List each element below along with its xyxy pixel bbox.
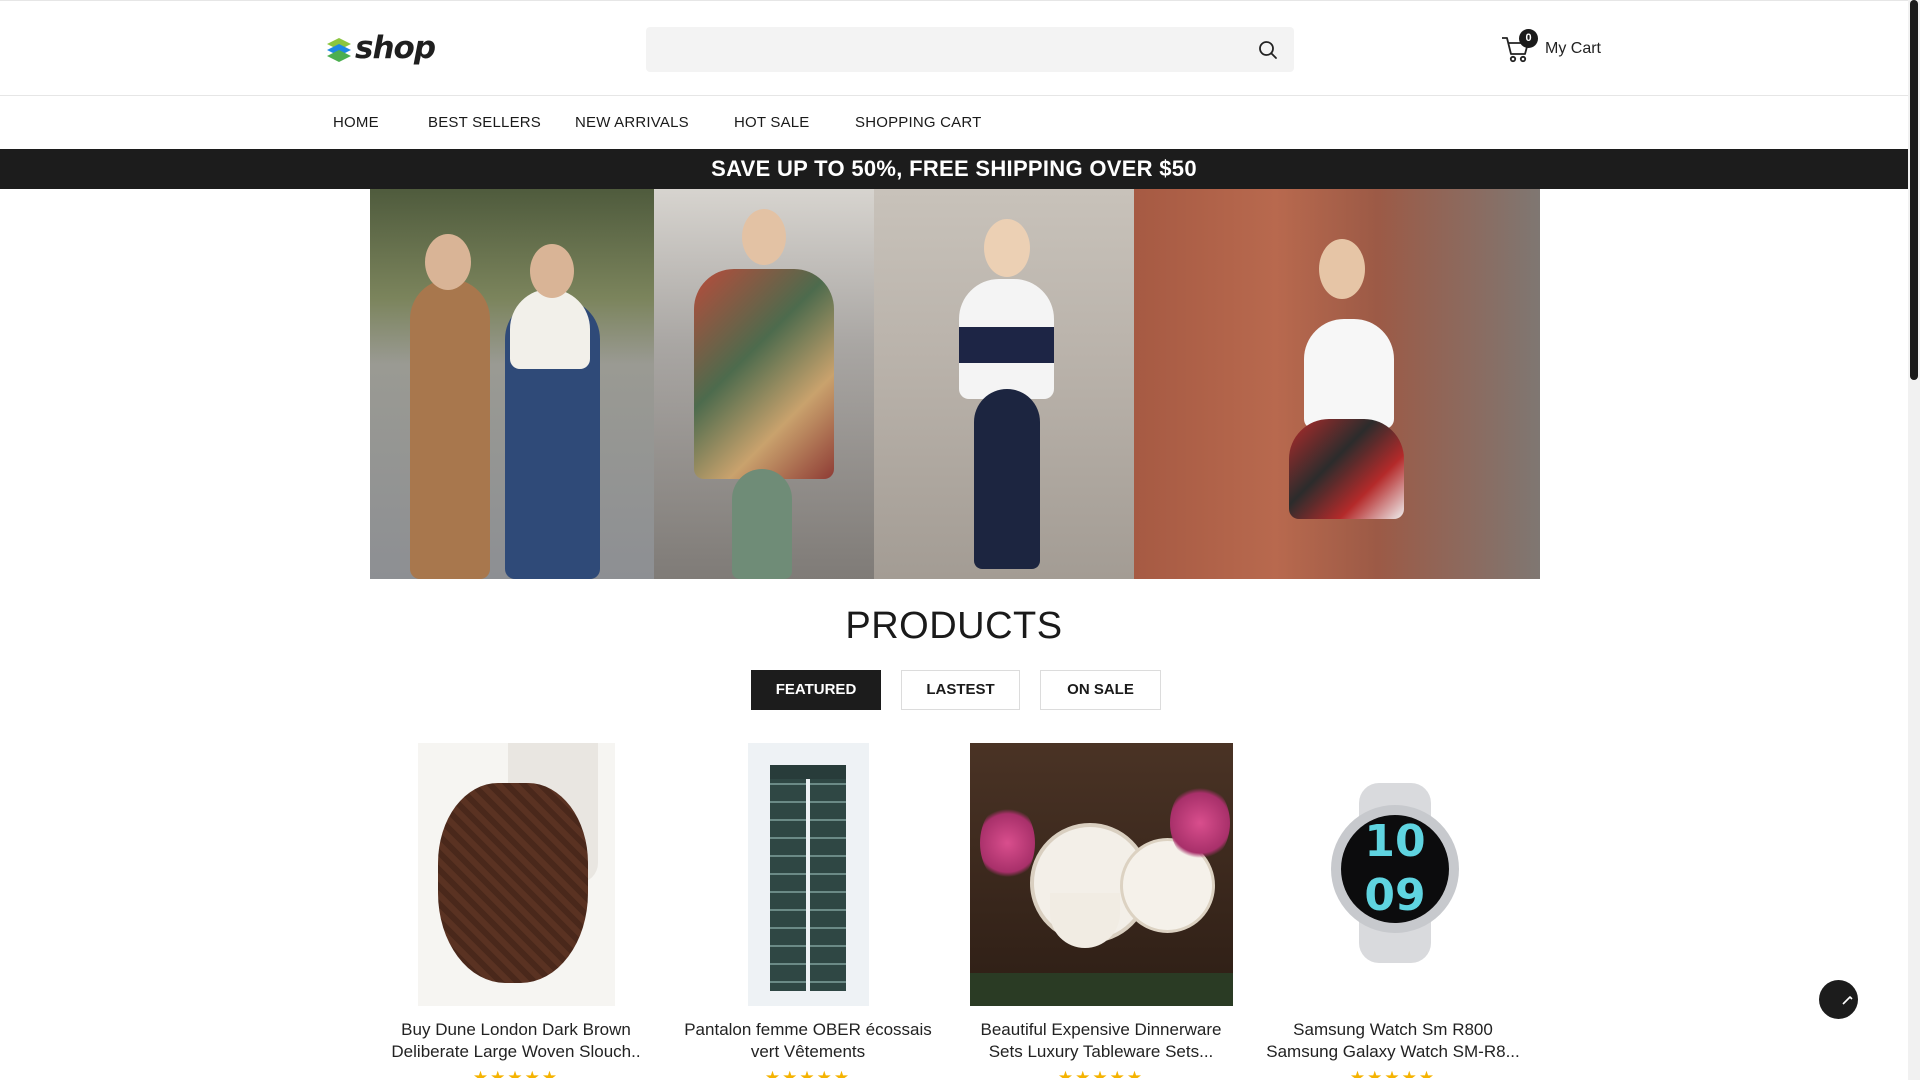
bowl [1050, 893, 1120, 948]
tab-lastest[interactable]: LASTEST [901, 670, 1020, 710]
banner-panel-1 [370, 189, 654, 579]
star-rating: ★★★★★ [764, 1068, 852, 1078]
pants-leg [810, 771, 846, 991]
product-title[interactable]: Samsung Watch Sm R800 Samsung Galaxy Wat… [1247, 1019, 1539, 1063]
products-heading: PRODUCTS [845, 605, 1063, 647]
product-image[interactable] [418, 743, 615, 1006]
product-title[interactable]: Pantalon femme OBER écossais vert Vêteme… [662, 1019, 954, 1063]
logo-mark-icon [327, 38, 351, 62]
banner-figure-head [984, 219, 1030, 277]
product-title-line: Samsung Watch Sm R800 [1293, 1020, 1493, 1039]
banner-panel-2 [654, 189, 874, 579]
product-title-line: vert Vêtements [750, 1042, 866, 1061]
product-image[interactable]: 10 09 [1287, 743, 1499, 1006]
back-to-top-button[interactable] [1819, 980, 1858, 1019]
product-title[interactable]: Buy Dune London Dark Brown Deliberate La… [370, 1019, 662, 1063]
pants-leg [770, 771, 806, 991]
product-title-line: Samsung Galaxy Watch SM-R8... [1266, 1042, 1520, 1061]
product-title-line: Beautiful Expensive Dinnerware [980, 1020, 1222, 1039]
product-title-line: Deliberate Large Woven Slouch.. [391, 1042, 641, 1061]
woven-bag [438, 783, 588, 983]
watch-face: 10 09 [1341, 815, 1449, 923]
product-title[interactable]: Beautiful Expensive Dinnerware Sets Luxu… [955, 1019, 1247, 1063]
main-nav: HOME BEST SELLERS NEW ARRIVALS HOT SALE … [0, 97, 1908, 149]
banner-figure-head [742, 209, 786, 265]
header-bar: shop 0 My Cart [0, 0, 1908, 96]
product-title-line: Sets Luxury Tableware Sets... [988, 1042, 1214, 1061]
table-runner [970, 973, 1233, 1006]
nav-item-home[interactable]: HOME [333, 114, 379, 131]
flowers [980, 803, 1035, 883]
tab-on-sale[interactable]: ON SALE [1040, 670, 1161, 710]
nav-item-best-sellers[interactable]: BEST SELLERS [428, 114, 541, 131]
product-image[interactable] [748, 743, 869, 1006]
banner-figure [410, 279, 490, 579]
cart-label: My Cart [1545, 40, 1601, 57]
product-image[interactable] [970, 743, 1233, 1006]
tab-featured[interactable]: FEATURED [751, 670, 881, 710]
my-cart-button[interactable]: 0 My Cart [1500, 29, 1610, 67]
star-rating: ★★★★★ [1057, 1068, 1145, 1078]
logo-text: shop [355, 30, 436, 66]
search-input[interactable] [646, 27, 1236, 72]
scrollbar-thumb[interactable] [1910, 0, 1918, 380]
cart-count-badge: 0 [1519, 29, 1538, 48]
product-title-line: Buy Dune London Dark Brown [401, 1020, 631, 1039]
shop-logo[interactable]: shop [323, 30, 436, 68]
banner-figure-top [510, 289, 590, 369]
banner-figure-head [530, 244, 574, 298]
hero-banner-image[interactable] [370, 189, 1540, 579]
banner-figure-legs [974, 389, 1040, 569]
search-bar [646, 27, 1294, 72]
banner-figure-head [1319, 239, 1365, 299]
banner-panel-3 [874, 189, 1134, 579]
banner-figure-legs [732, 469, 792, 579]
page-scrollbar[interactable] [1908, 0, 1920, 1080]
banner-panel-4 [1134, 189, 1540, 579]
chevron-up-icon [1842, 996, 1853, 1005]
product-title-line: Pantalon femme OBER écossais [684, 1020, 932, 1039]
banner-figure-skirt [1289, 419, 1404, 519]
banner-figure [694, 269, 834, 479]
star-rating: ★★★★★ [1349, 1068, 1437, 1078]
nav-item-hot-sale[interactable]: HOT SALE [734, 114, 810, 131]
search-icon[interactable] [1256, 38, 1280, 62]
flowers [1170, 783, 1230, 863]
nav-item-shopping-cart[interactable]: SHOPPING CART [855, 114, 982, 131]
star-rating: ★★★★★ [472, 1068, 560, 1078]
pants-waist [770, 765, 846, 779]
banner-figure [1304, 319, 1394, 429]
promo-banner: SAVE UP TO 50%, FREE SHIPPING OVER $50 [0, 149, 1908, 189]
banner-figure-head [425, 234, 471, 290]
nav-item-new-arrivals[interactable]: NEW ARRIVALS [575, 114, 689, 131]
banner-figure [959, 279, 1054, 399]
